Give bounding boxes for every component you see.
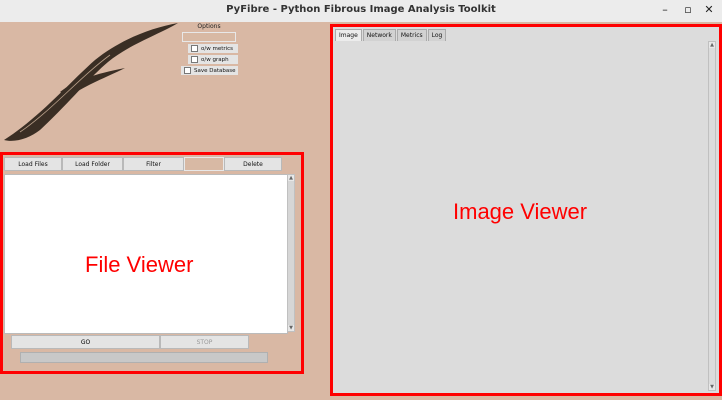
delete-button[interactable]: Delete bbox=[224, 157, 282, 171]
tab-metrics[interactable]: Metrics bbox=[396, 29, 427, 41]
file-viewer-panel: Load Files Load Folder Filter Delete ▲ ▼… bbox=[0, 152, 304, 374]
load-files-button[interactable]: Load Files bbox=[4, 157, 62, 171]
window-title: PyFibre - Python Fibrous Image Analysis … bbox=[226, 4, 496, 15]
load-folder-button[interactable]: Load Folder bbox=[62, 157, 123, 171]
filter-input[interactable] bbox=[184, 157, 224, 171]
tab-image[interactable]: Image bbox=[335, 29, 362, 41]
image-viewer-label: Image Viewer bbox=[453, 199, 588, 224]
window-title-bar: PyFibre - Python Fibrous Image Analysis … bbox=[0, 0, 722, 23]
overwrite-graph-checkbox[interactable]: o/w graph bbox=[188, 55, 238, 64]
checkbox-label: Save Database bbox=[194, 67, 236, 74]
progress-bar bbox=[20, 352, 268, 363]
scroll-up-icon[interactable]: ▲ bbox=[288, 175, 294, 181]
filter-button[interactable]: Filter bbox=[123, 157, 184, 171]
save-database-checkbox[interactable]: Save Database bbox=[181, 66, 238, 75]
image-viewer-panel: Image Network Metrics Log Image Viewer ▲… bbox=[330, 24, 722, 396]
options-title: Options bbox=[197, 23, 221, 30]
go-button[interactable]: GO bbox=[11, 335, 160, 349]
options-input[interactable] bbox=[182, 32, 236, 42]
checkbox-icon[interactable] bbox=[184, 67, 191, 74]
checkbox-icon[interactable] bbox=[191, 45, 198, 52]
maximize-icon[interactable]: ▫ bbox=[681, 3, 695, 17]
file-viewer-label: File Viewer bbox=[85, 252, 194, 277]
stop-button[interactable]: STOP bbox=[160, 335, 249, 349]
tab-log[interactable]: Log bbox=[427, 29, 447, 41]
options-panel: Options o/w metrics o/w graph Save Datab… bbox=[180, 22, 238, 75]
checkbox-label: o/w metrics bbox=[201, 45, 234, 52]
minimize-icon[interactable]: – bbox=[658, 3, 672, 17]
checkbox-icon[interactable] bbox=[191, 56, 198, 63]
scroll-down-icon[interactable]: ▼ bbox=[288, 325, 294, 331]
pyfibre-logo bbox=[4, 23, 178, 141]
viewer-tabs: Image Network Metrics Log bbox=[335, 29, 447, 41]
file-toolbar: Load Files Load Folder Filter Delete bbox=[4, 157, 282, 171]
scroll-up-icon[interactable]: ▲ bbox=[709, 42, 715, 48]
left-pane: Options o/w metrics o/w graph Save Datab… bbox=[0, 22, 330, 400]
overwrite-metrics-checkbox[interactable]: o/w metrics bbox=[188, 44, 238, 53]
tab-network[interactable]: Network bbox=[362, 29, 396, 41]
close-icon[interactable]: ✕ bbox=[702, 3, 716, 17]
scroll-down-icon[interactable]: ▼ bbox=[709, 384, 715, 390]
viewer-scrollbar[interactable]: ▲ ▼ bbox=[708, 41, 716, 391]
file-list-scrollbar[interactable]: ▲ ▼ bbox=[287, 174, 295, 332]
checkbox-label: o/w graph bbox=[201, 56, 229, 63]
right-pane: Image Network Metrics Log Image Viewer ▲… bbox=[330, 22, 722, 400]
